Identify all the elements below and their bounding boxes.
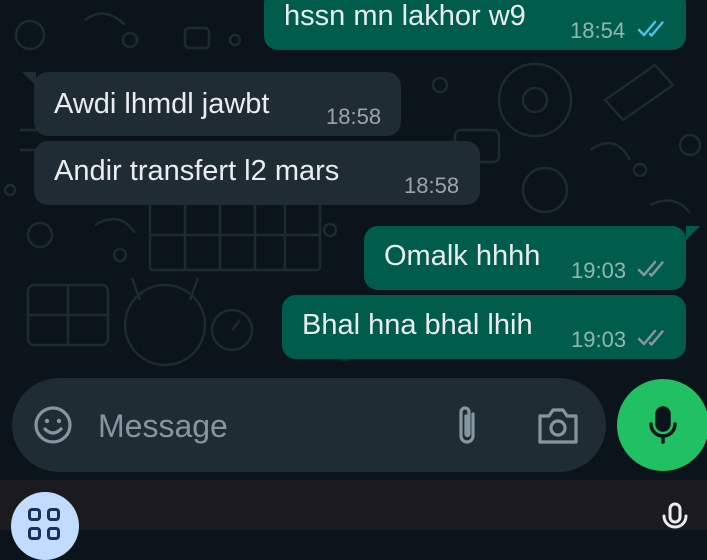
message-bubble-incoming[interactable]: Awdi lhmdl jawbt 18:58 <box>34 72 401 136</box>
message-time: 18:58 <box>326 104 382 129</box>
bubble-tail <box>686 226 700 240</box>
keyboard-toolbar <box>0 480 707 560</box>
message-time: 19:03 <box>571 327 627 352</box>
emoji-icon[interactable] <box>32 404 74 446</box>
message-composer <box>12 378 606 472</box>
message-time: 18:58 <box>404 173 460 198</box>
microphone-icon <box>649 406 677 444</box>
message-text: Awdi lhmdl jawbt <box>54 88 270 120</box>
apps-button[interactable] <box>11 492 79 560</box>
delivered-ticks-icon <box>637 260 664 277</box>
message-bubble-outgoing[interactable]: hssn mn lakhor w9 18:54 <box>264 0 686 50</box>
paperclip-icon[interactable] <box>452 402 482 448</box>
message-time: 19:03 <box>571 258 627 283</box>
message-text: Omalk hhhh <box>384 240 541 272</box>
message-text: hssn mn lakhor w9 <box>284 0 526 32</box>
delivered-ticks-icon <box>637 329 664 346</box>
read-ticks-icon <box>637 20 664 37</box>
message-text: Andir transfert l2 mars <box>54 155 340 187</box>
microphone-icon[interactable] <box>660 502 690 532</box>
message-bubble-incoming[interactable]: Andir transfert l2 mars 18:58 <box>34 141 480 205</box>
message-input[interactable] <box>96 400 430 452</box>
message-text: Bhal hna bhal lhih <box>302 309 533 341</box>
message-bubble-outgoing[interactable]: Bhal hna bhal lhih 19:03 <box>282 295 686 359</box>
voice-message-button[interactable] <box>617 379 707 471</box>
message-bubble-outgoing[interactable]: Omalk hhhh 19:03 <box>364 226 686 290</box>
camera-icon[interactable] <box>536 404 580 446</box>
message-time: 18:54 <box>570 18 626 43</box>
